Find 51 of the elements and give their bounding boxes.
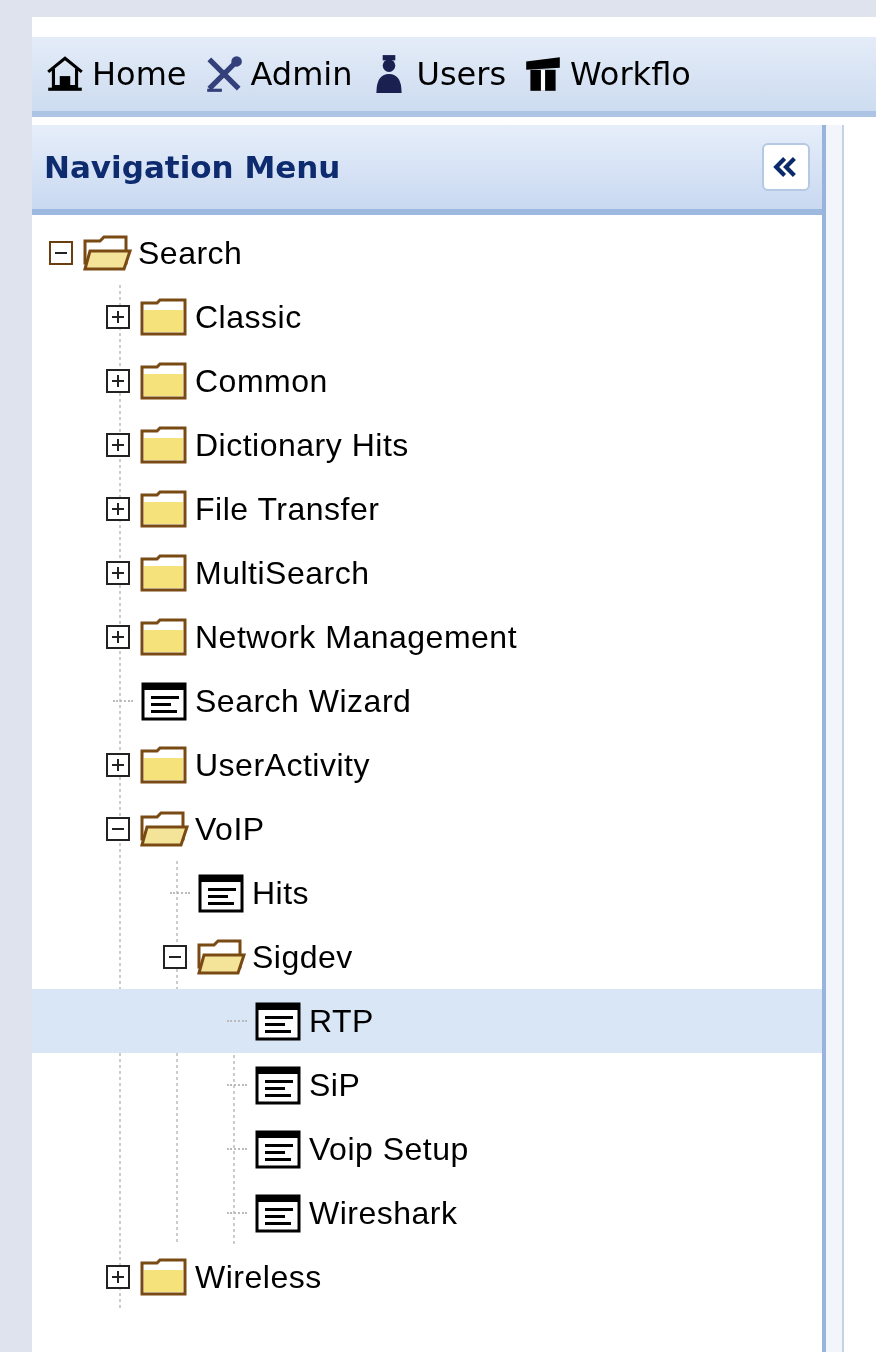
minus-icon[interactable] xyxy=(163,945,187,969)
plus-icon[interactable] xyxy=(106,433,130,457)
plus-icon[interactable] xyxy=(106,369,130,393)
plus-icon[interactable] xyxy=(106,497,130,521)
form-icon xyxy=(139,681,189,721)
tree-item[interactable]: Wireless xyxy=(32,1245,822,1309)
minus-icon[interactable] xyxy=(106,817,130,841)
plus-icon[interactable] xyxy=(106,625,130,649)
folder-icon xyxy=(139,425,189,465)
tree-item[interactable]: Wireshark xyxy=(32,1181,822,1245)
tree-item[interactable]: Classic xyxy=(32,285,822,349)
tree-item[interactable]: Dictionary Hits xyxy=(32,413,822,477)
folder-icon xyxy=(139,553,189,593)
form-icon xyxy=(253,1193,303,1233)
folder-icon xyxy=(139,297,189,337)
tree-item[interactable]: Sigdev xyxy=(32,925,822,989)
tree-item[interactable]: SiP xyxy=(32,1053,822,1117)
tree-item[interactable]: Search xyxy=(32,221,822,285)
panel-title: Navigation Menu xyxy=(44,149,341,185)
folder-icon xyxy=(139,489,189,529)
tree-item[interactable]: UserActivity xyxy=(32,733,822,797)
form-icon xyxy=(253,1065,303,1105)
plus-icon[interactable] xyxy=(106,1265,130,1289)
tree-item[interactable]: VoIP xyxy=(32,797,822,861)
tree-item[interactable]: Network Management xyxy=(32,605,822,669)
tree-item[interactable]: Voip Setup xyxy=(32,1117,822,1181)
plus-icon[interactable] xyxy=(106,753,130,777)
form-icon xyxy=(253,1001,303,1041)
open-folder-icon xyxy=(196,937,246,977)
toolbar-button[interactable]: Admin xyxy=(202,53,353,95)
collapse-button[interactable] xyxy=(762,143,810,191)
plus-icon[interactable] xyxy=(106,305,130,329)
form-icon xyxy=(196,873,246,913)
toolbar-button[interactable]: Workflo xyxy=(522,53,691,95)
open-folder-icon xyxy=(82,233,132,273)
folder-icon xyxy=(139,745,189,785)
folder-icon xyxy=(139,1257,189,1297)
plus-icon[interactable] xyxy=(106,561,130,585)
tree-item[interactable]: Search Wizard xyxy=(32,669,822,733)
open-folder-icon xyxy=(139,809,189,849)
toolbar-button[interactable]: Home xyxy=(44,53,187,95)
tree-item[interactable]: Common xyxy=(32,349,822,413)
folder-icon xyxy=(139,617,189,657)
tree-item[interactable]: Hits xyxy=(32,861,822,925)
folder-icon xyxy=(139,361,189,401)
minus-icon[interactable] xyxy=(49,241,73,265)
form-icon xyxy=(253,1129,303,1169)
tree-item[interactable]: File Transfer xyxy=(32,477,822,541)
tree-item[interactable]: MultiSearch xyxy=(32,541,822,605)
toolbar-button[interactable]: Users xyxy=(368,53,507,95)
tree-item[interactable]: RTP xyxy=(32,989,822,1053)
